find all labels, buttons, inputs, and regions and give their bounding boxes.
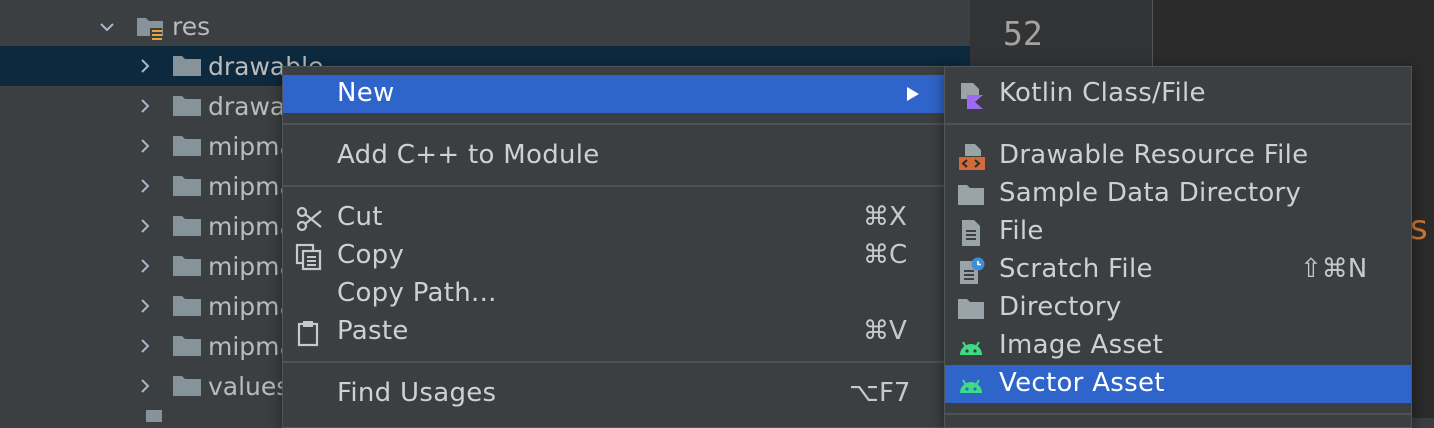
menu-item-label: Vector Asset xyxy=(999,368,1165,398)
scissors-icon xyxy=(295,205,323,233)
file-icon xyxy=(146,410,162,422)
menu-item-add-cpp[interactable]: Add C++ to Module xyxy=(283,137,945,175)
scratch-file-icon xyxy=(957,257,985,285)
android-icon xyxy=(957,333,985,361)
menu-item-label: Kotlin Class/File xyxy=(999,78,1206,108)
chevron-down-icon[interactable] xyxy=(100,20,114,34)
menu-item-kotlin-class[interactable]: Kotlin Class/File xyxy=(945,75,1411,113)
chevron-right-icon[interactable] xyxy=(138,179,152,193)
menu-separator xyxy=(945,123,1411,125)
shortcut-label: ⌘V xyxy=(863,316,907,346)
menu-item-new[interactable]: New xyxy=(283,75,945,113)
folder-icon xyxy=(172,374,202,398)
chevron-right-icon[interactable] xyxy=(138,59,152,73)
tree-row-label: values xyxy=(208,372,290,401)
menu-item-image-asset[interactable]: Image Asset xyxy=(945,327,1411,365)
menu-item-copy-path[interactable]: Copy Path... xyxy=(283,275,945,313)
shortcut-label: ⌥F7 xyxy=(849,378,911,408)
menu-item-label: Paste xyxy=(337,316,409,346)
clipboard-icon xyxy=(295,319,323,347)
menu-item-drawable-resource[interactable]: Drawable Resource File xyxy=(945,137,1411,175)
menu-item-scratch-file[interactable]: Scratch File ⇧⌘N xyxy=(945,251,1411,289)
folder-icon xyxy=(172,254,202,278)
menu-item-find-usages[interactable]: Find Usages ⌥F7 xyxy=(283,375,945,413)
chevron-right-icon[interactable] xyxy=(138,379,152,393)
menu-item-sample-data-dir[interactable]: Sample Data Directory xyxy=(945,175,1411,213)
chevron-right-icon[interactable] xyxy=(138,339,152,353)
menu-separator xyxy=(283,185,945,187)
tree-row-label: drawa xyxy=(208,92,286,121)
menu-item-label: Sample Data Directory xyxy=(999,178,1302,208)
chevron-right-icon[interactable] xyxy=(138,299,152,313)
menu-separator xyxy=(283,123,945,125)
chevron-right-icon[interactable] xyxy=(138,99,152,113)
menu-item-label: Cut xyxy=(337,202,383,232)
android-icon xyxy=(957,371,985,399)
folder-icon xyxy=(172,334,202,358)
resource-folder-icon xyxy=(136,14,166,42)
shortcut-label: ⇧⌘N xyxy=(1300,254,1368,284)
folder-icon xyxy=(957,181,985,209)
line-number: 52 xyxy=(1003,14,1043,53)
tree-row-label: res xyxy=(172,12,211,41)
chevron-right-icon[interactable] xyxy=(138,259,152,273)
copy-icon xyxy=(295,243,323,271)
menu-item-label: Image Asset xyxy=(999,330,1164,360)
shortcut-label: ⌘C xyxy=(863,240,908,270)
menu-item-label: Drawable Resource File xyxy=(999,140,1309,170)
folder-icon xyxy=(172,54,202,78)
menu-separator xyxy=(283,361,945,363)
menu-item-label: Scratch File xyxy=(999,254,1153,284)
submenu-arrow-icon xyxy=(907,87,919,101)
chevron-right-icon[interactable] xyxy=(138,139,152,153)
menu-item-label: Find Usages xyxy=(337,378,497,408)
folder-icon xyxy=(957,295,985,323)
menu-item-copy[interactable]: Copy ⌘C xyxy=(283,237,945,275)
menu-item-paste[interactable]: Paste ⌘V xyxy=(283,313,945,351)
menu-item-label: File xyxy=(999,216,1044,246)
chevron-right-icon[interactable] xyxy=(138,219,152,233)
folder-icon xyxy=(172,294,202,318)
menu-item-label: Directory xyxy=(999,292,1122,322)
menu-separator xyxy=(945,413,1411,415)
folder-icon xyxy=(172,174,202,198)
menu-item-label: Copy Path... xyxy=(337,278,497,308)
menu-item-file[interactable]: File xyxy=(945,213,1411,251)
menu-item-label: Copy xyxy=(337,240,405,270)
code-fragment: s xyxy=(1410,208,1428,248)
folder-icon xyxy=(172,214,202,238)
file-icon xyxy=(957,219,985,247)
menu-item-label: New xyxy=(337,78,395,108)
menu-item-directory[interactable]: Directory xyxy=(945,289,1411,327)
menu-item-vector-asset[interactable]: Vector Asset xyxy=(945,365,1411,403)
context-menu: New Add C++ to Module Cut ⌘X Copy ⌘C Cop… xyxy=(282,66,946,428)
new-submenu: Kotlin Class/File Drawable Resource File… xyxy=(944,66,1412,428)
kotlin-file-icon xyxy=(957,81,985,109)
menu-item-cut[interactable]: Cut ⌘X xyxy=(283,199,945,237)
drawable-file-icon xyxy=(957,143,985,171)
menu-item-label: Add C++ to Module xyxy=(337,140,600,170)
folder-icon xyxy=(172,134,202,158)
folder-icon xyxy=(172,94,202,118)
tree-row-res[interactable]: res xyxy=(0,8,970,48)
shortcut-label: ⌘X xyxy=(863,202,907,232)
